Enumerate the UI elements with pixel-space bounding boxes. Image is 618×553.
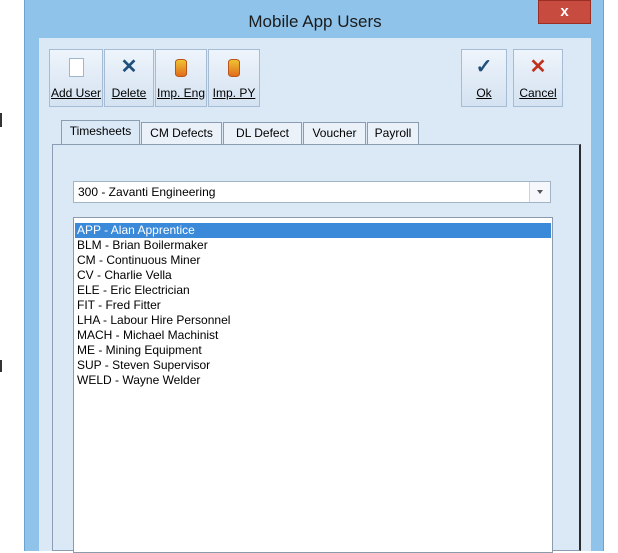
- cancel-button[interactable]: ✕ Cancel: [513, 49, 563, 107]
- background-mark: [0, 113, 2, 127]
- close-button[interactable]: x: [538, 0, 591, 24]
- list-item[interactable]: ME - Mining Equipment: [75, 343, 551, 358]
- list-item[interactable]: SUP - Steven Supervisor: [75, 358, 551, 373]
- import-py-button[interactable]: Imp. PY: [208, 49, 260, 107]
- background-mark: [0, 360, 2, 372]
- dialog-client-area: Add User ✕ Delete Imp. Eng Imp. PY ✓ Ok …: [39, 38, 591, 553]
- users-listbox[interactable]: APP - Alan Apprentice BLM - Brian Boiler…: [73, 217, 553, 553]
- delete-x-icon: ✕: [120, 56, 138, 78]
- import-eng-button[interactable]: Imp. Eng: [155, 49, 207, 107]
- mobile-app-users-window: Mobile App Users x Add User ✕ Delete Imp…: [24, 0, 605, 553]
- list-item[interactable]: CM - Continuous Miner: [75, 253, 551, 268]
- import-py-label: Imp. PY: [212, 86, 256, 100]
- delete-button[interactable]: ✕ Delete: [104, 49, 154, 107]
- list-item[interactable]: WELD - Wayne Welder: [75, 373, 551, 388]
- title-bar[interactable]: Mobile App Users x: [25, 0, 605, 38]
- window-title: Mobile App Users: [248, 12, 382, 31]
- database-import-icon: [156, 56, 206, 78]
- tab-voucher[interactable]: Voucher: [303, 122, 366, 144]
- database-import-icon: [209, 56, 259, 78]
- list-item[interactable]: ELE - Eric Electrician: [75, 283, 551, 298]
- background-desktop-strip: [0, 0, 24, 551]
- delete-label: Delete: [111, 86, 147, 100]
- chevron-down-icon[interactable]: [529, 182, 550, 202]
- list-item[interactable]: MACH - Michael Machinist: [75, 328, 551, 343]
- add-user-button[interactable]: Add User: [49, 49, 103, 107]
- add-user-label: Add User: [50, 86, 102, 100]
- list-item[interactable]: FIT - Fred Fitter: [75, 298, 551, 313]
- new-document-icon: [50, 56, 102, 78]
- checkmark-icon: ✓: [475, 56, 493, 78]
- list-item[interactable]: CV - Charlie Vella: [75, 268, 551, 283]
- tab-dl-defect[interactable]: DL Defect: [223, 122, 302, 144]
- cancel-x-icon: ✕: [529, 56, 547, 78]
- ok-button[interactable]: ✓ Ok: [461, 49, 507, 107]
- tab-timesheets[interactable]: Timesheets: [61, 120, 140, 146]
- list-item-selected[interactable]: APP - Alan Apprentice: [75, 223, 551, 238]
- list-item[interactable]: BLM - Brian Boilermaker: [75, 238, 551, 253]
- timesheets-panel: 300 - Zavanti Engineering APP - Alan App…: [52, 144, 581, 553]
- tab-cm-defects[interactable]: CM Defects: [141, 122, 222, 144]
- company-select-value: 300 - Zavanti Engineering: [78, 185, 216, 199]
- import-eng-label: Imp. Eng: [156, 86, 206, 100]
- ok-label: Ok: [476, 86, 492, 100]
- list-item[interactable]: LHA - Labour Hire Personnel: [75, 313, 551, 328]
- tab-payroll[interactable]: Payroll: [367, 122, 419, 144]
- company-select[interactable]: 300 - Zavanti Engineering: [73, 181, 551, 203]
- cancel-label: Cancel: [519, 86, 557, 100]
